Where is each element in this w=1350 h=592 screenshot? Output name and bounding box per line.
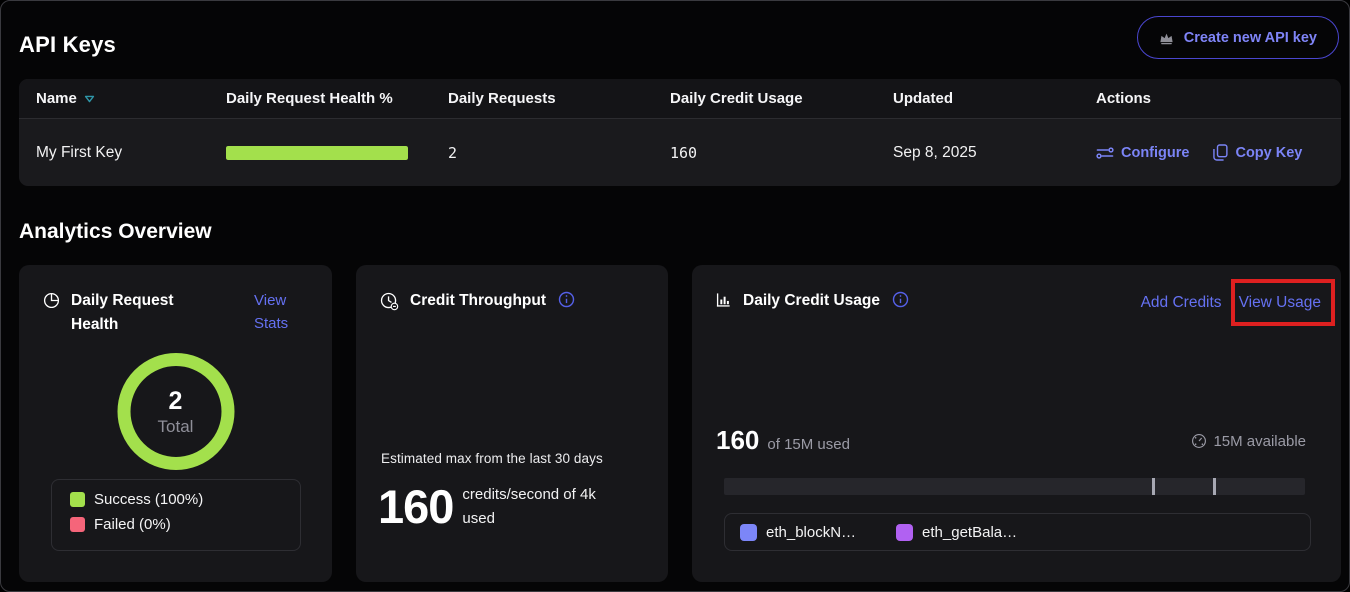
updated-value: Sep 8, 2025: [893, 144, 1096, 162]
throughput-unit: credits/second of 4k used: [462, 483, 620, 530]
speedometer-icon: [1191, 433, 1207, 449]
legend-item-eth-getbalance: eth_getBala…: [896, 524, 1017, 541]
throughput-subtitle: Estimated max from the last 30 days: [381, 451, 603, 466]
copy-key-label: Copy Key: [1235, 145, 1302, 161]
configure-button[interactable]: Configure: [1096, 144, 1189, 161]
api-key-name: My First Key: [36, 144, 226, 162]
dashboard: API Keys Create new API key Name Daily R…: [0, 0, 1350, 592]
create-api-key-button[interactable]: Create new API key: [1137, 16, 1339, 59]
health-bar: [226, 146, 408, 160]
daily-credit-usage-card: Daily Credit Usage Add Credits View Usag…: [692, 265, 1341, 582]
copy-icon: [1213, 144, 1228, 161]
credits-used-suffix: of 15M used: [767, 436, 850, 453]
usage-legend: eth_blockN… eth_getBala…: [724, 513, 1311, 551]
method-swatch: [740, 524, 757, 541]
health-bar-fill: [226, 146, 408, 160]
column-header-updated[interactable]: Updated: [893, 90, 1096, 107]
sort-desc-icon: [84, 95, 95, 103]
add-credits-link[interactable]: Add Credits: [1141, 291, 1222, 315]
daily-request-health-card: Daily Request Health View Stats 2 Total …: [19, 265, 332, 582]
gauge-icon: [380, 292, 399, 311]
copy-key-button[interactable]: Copy Key: [1213, 144, 1302, 161]
column-header-requests[interactable]: Daily Requests: [448, 90, 670, 107]
credits-available: 15M available: [1191, 433, 1306, 450]
view-usage-link[interactable]: View Usage: [1239, 294, 1321, 311]
column-header-credit-usage[interactable]: Daily Credit Usage: [670, 90, 893, 107]
legend-item-success: Success (100%): [70, 491, 300, 508]
table-header-row: Name Daily Request Health % Daily Reques…: [19, 79, 1341, 119]
column-header-health[interactable]: Daily Request Health %: [226, 90, 448, 107]
credit-throughput-card: Credit Throughput Estimated max from the…: [356, 265, 668, 582]
api-keys-table: Name Daily Request Health % Daily Reques…: [19, 79, 1341, 186]
card-title: Daily Credit Usage: [743, 289, 880, 313]
card-title: Credit Throughput: [410, 289, 546, 313]
info-icon[interactable]: [558, 291, 575, 308]
progress-tick: [1152, 478, 1155, 495]
donut-total-value: 2: [169, 387, 183, 416]
credits-available-label: 15M available: [1213, 433, 1306, 450]
health-bar-cell: [226, 146, 448, 160]
actions-cell: Configure Copy Key: [1096, 144, 1324, 161]
success-label: Success (100%): [94, 491, 203, 508]
crown-icon: [1159, 31, 1174, 45]
card-title: Daily Request Health: [71, 289, 201, 337]
failed-swatch: [70, 517, 85, 532]
health-legend: Success (100%) Failed (0%): [51, 479, 301, 551]
page-title: API Keys: [19, 32, 116, 58]
method-label: eth_blockN…: [766, 524, 856, 541]
configure-label: Configure: [1121, 145, 1189, 161]
info-icon[interactable]: [892, 291, 909, 308]
daily-requests-value: 2: [448, 144, 670, 162]
legend-item-eth-blocknumber: eth_blockN…: [740, 524, 856, 541]
column-header-name[interactable]: Name: [36, 90, 226, 107]
legend-item-failed: Failed (0%): [70, 516, 300, 533]
method-swatch: [896, 524, 913, 541]
bar-chart-icon: [716, 292, 732, 308]
create-api-key-label: Create new API key: [1184, 30, 1317, 46]
method-label: eth_getBala…: [922, 524, 1017, 541]
credits-used-value: 160: [716, 425, 759, 456]
request-health-donut-chart: 2 Total: [117, 353, 234, 470]
failed-label: Failed (0%): [94, 516, 171, 533]
column-label: Name: [36, 90, 77, 107]
analytics-section-title: Analytics Overview: [19, 220, 212, 244]
table-row: My First Key 2 160 Sep 8, 2025 Configure: [19, 119, 1341, 186]
daily-credit-usage-value: 160: [670, 144, 893, 162]
sliders-icon: [1096, 146, 1114, 160]
credit-usage-progress-bar: [724, 478, 1305, 495]
column-header-actions: Actions: [1096, 90, 1324, 107]
pie-chart-icon: [43, 292, 60, 309]
donut-total-label: Total: [158, 417, 194, 437]
view-stats-link[interactable]: View Stats: [254, 289, 312, 336]
throughput-value: 160: [378, 479, 453, 534]
progress-tick: [1213, 478, 1216, 495]
success-swatch: [70, 492, 85, 507]
